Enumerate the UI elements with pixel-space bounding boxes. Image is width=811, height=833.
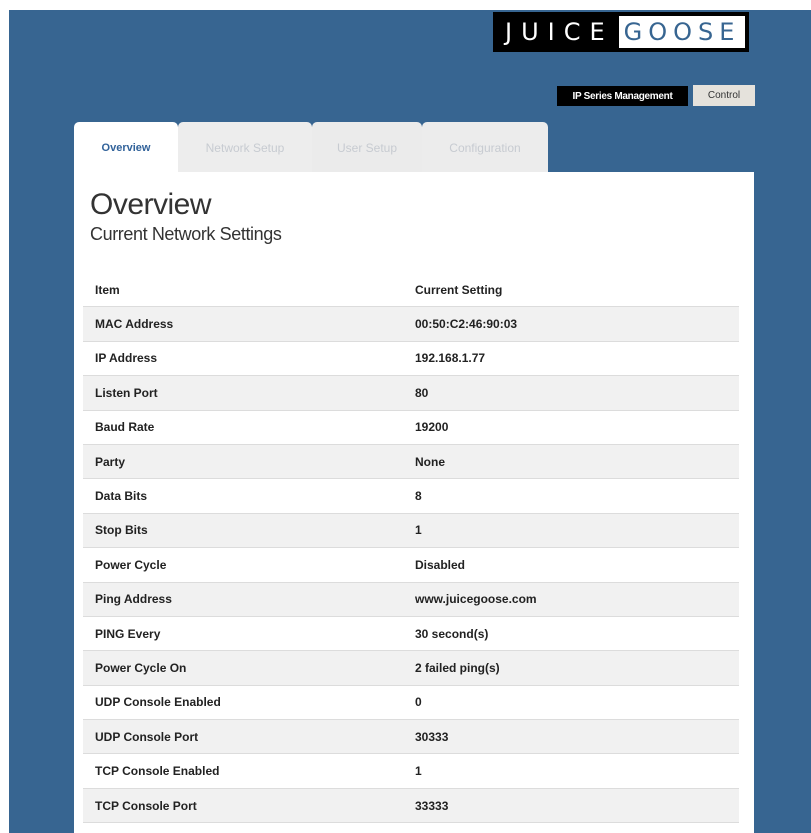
overview-panel: Overview Current Network Settings Item C… bbox=[74, 172, 754, 833]
row-current-setting: 30333 bbox=[415, 729, 449, 744]
table-row: IP Address 192.168.1.77 bbox=[83, 341, 739, 377]
row-current-setting: www.juicegoose.com bbox=[415, 592, 537, 607]
logo-goose-text: GOOSE bbox=[619, 16, 745, 48]
table-row: UDP Console Enabled 0 bbox=[83, 685, 739, 721]
page-background: JUICE GOOSE IP Series Management Control… bbox=[0, 0, 811, 833]
juicegoose-logo[interactable]: JUICE GOOSE bbox=[493, 12, 749, 52]
row-item-label: Party bbox=[95, 454, 126, 469]
table-row: MAC Address 00:50:C2:46:90:03 bbox=[83, 307, 739, 342]
header-item: Item bbox=[95, 282, 120, 297]
table-row: UDP Console Port 30333 bbox=[83, 720, 739, 755]
table-row: TCP Console Port 33333 bbox=[83, 788, 739, 824]
row-current-setting: 1 bbox=[415, 523, 422, 538]
row-item-label: TCP Console Enabled bbox=[95, 764, 220, 779]
row-current-setting: None bbox=[415, 454, 445, 469]
row-current-setting: 192.168.1.77 bbox=[415, 351, 486, 366]
row-item-label: Power Cycle On bbox=[95, 660, 187, 675]
row-current-setting: 80 bbox=[415, 385, 429, 400]
row-item-label: UDP Console Enabled bbox=[95, 695, 221, 710]
table-row: Power Cycle Disabled bbox=[83, 548, 739, 583]
table-row: Ping Address www.juicegoose.com bbox=[83, 582, 739, 617]
row-item-label: Power Cycle bbox=[95, 557, 167, 572]
table-row: TCP Console Enabled 1 bbox=[83, 754, 739, 789]
control-button[interactable]: Control bbox=[693, 85, 755, 106]
tab-network-setup[interactable]: Network Setup bbox=[178, 122, 312, 174]
tab-overview[interactable]: Overview bbox=[74, 122, 178, 174]
row-current-setting: 1 bbox=[415, 764, 422, 779]
row-current-setting: 33333 bbox=[415, 798, 449, 813]
ip-series-management-button[interactable]: IP Series Management bbox=[557, 86, 688, 106]
top-margin bbox=[9, 0, 811, 10]
page-subtitle: Current Network Settings bbox=[90, 224, 282, 244]
table-row: Baud Rate 19200 bbox=[83, 410, 739, 445]
row-current-setting: Disabled bbox=[415, 557, 466, 572]
tab-configuration[interactable]: Configuration bbox=[422, 122, 548, 174]
row-item-label: TCP Console Port bbox=[95, 798, 197, 813]
row-item-label: UDP Console Port bbox=[95, 729, 199, 744]
table-row: Listen Port 80 bbox=[83, 376, 739, 411]
table-header-row: Item Current Setting bbox=[83, 273, 739, 308]
row-current-setting: 30 second(s) bbox=[415, 626, 489, 641]
row-current-setting: 0 bbox=[415, 695, 422, 710]
settings-table: Item Current Setting MAC Address 00:50:C2… bbox=[83, 273, 739, 824]
table-row: Stop Bits 1 bbox=[83, 513, 739, 549]
row-current-setting: 00:50:C2:46:90:03 bbox=[415, 317, 518, 332]
row-current-setting: 19200 bbox=[415, 420, 449, 435]
tab-user-setup[interactable]: User Setup bbox=[312, 122, 422, 174]
row-item-label: Stop Bits bbox=[95, 523, 148, 538]
row-item-label: PING Every bbox=[95, 626, 161, 641]
table-row: Party None bbox=[83, 444, 739, 480]
row-item-label: Listen Port bbox=[95, 385, 158, 400]
row-item-label: Ping Address bbox=[95, 592, 172, 607]
page-title: Overview bbox=[90, 188, 212, 221]
row-item-label: IP Address bbox=[95, 351, 158, 366]
row-item-label: Baud Rate bbox=[95, 420, 155, 435]
logo-juice-text: JUICE bbox=[505, 18, 614, 46]
table-row: PING Every 30 second(s) bbox=[83, 616, 739, 652]
table-row: Data Bits 8 bbox=[83, 479, 739, 514]
row-current-setting: 8 bbox=[415, 489, 422, 504]
left-margin bbox=[0, 0, 9, 833]
row-current-setting: 2 failed ping(s) bbox=[415, 660, 500, 675]
row-item-label: MAC Address bbox=[95, 317, 174, 332]
table-row: Power Cycle On 2 failed ping(s) bbox=[83, 651, 739, 686]
header-current-setting: Current Setting bbox=[415, 282, 503, 297]
row-item-label: Data Bits bbox=[95, 489, 148, 504]
